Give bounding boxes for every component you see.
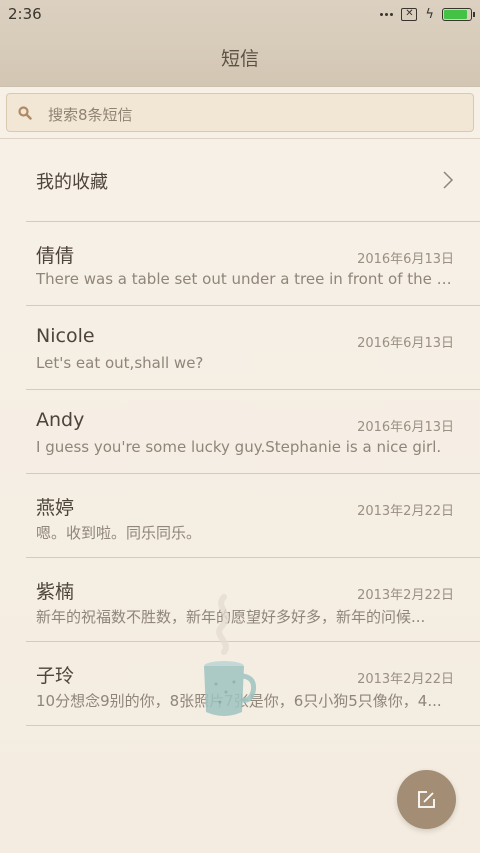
message-preview: I guess you're some lucky guy.Stephanie …	[36, 438, 442, 456]
favorites-label: 我的收藏	[36, 172, 108, 193]
favorites-row[interactable]: 我的收藏	[0, 138, 480, 222]
conversation-row[interactable]: 倩倩 2016年6月13日 There was a table set out …	[26, 222, 480, 306]
search-placeholder: 搜索8条短信	[48, 106, 133, 124]
chevron-right-icon	[443, 171, 454, 189]
status-icons: ✕ ϟ	[380, 6, 475, 22]
message-preview: There was a table set out under a tree i…	[36, 270, 454, 288]
message-preview: Let's eat out,shall we?	[36, 354, 204, 372]
contact-name: 倩倩	[36, 245, 75, 267]
messages-screen: 2:36 ✕ ϟ 短信 搜索8条短信 我的收藏 倩倩 2016年6月13日 Th…	[0, 0, 480, 853]
status-time: 2:36	[8, 5, 42, 23]
title-bar: 2:36 ✕ ϟ 短信	[0, 0, 480, 87]
charging-icon: ϟ	[425, 6, 434, 22]
contact-name: Nicole	[36, 325, 95, 347]
contact-name: Andy	[36, 409, 85, 431]
conversation-row[interactable]: 燕婷 2013年2月22日 嗯。收到啦。同乐同乐。	[26, 474, 480, 558]
search-icon	[18, 106, 32, 120]
battery-fill	[444, 9, 468, 19]
conversation-row[interactable]: Nicole 2016年6月13日 Let's eat out,shall we…	[26, 306, 480, 390]
contact-name: 燕婷	[36, 497, 75, 519]
no-sim-icon: ✕	[401, 7, 418, 21]
compose-button[interactable]	[397, 770, 456, 829]
divider	[26, 725, 480, 726]
message-date: 2016年6月13日	[357, 336, 454, 351]
message-date: 2013年2月22日	[357, 504, 454, 519]
compose-icon	[418, 791, 435, 808]
contact-name: 紫楠	[36, 581, 75, 603]
message-date: 2016年6月13日	[357, 420, 454, 435]
search-input[interactable]: 搜索8条短信	[6, 93, 474, 132]
battery-icon	[442, 7, 475, 21]
contact-name: 子玲	[36, 665, 75, 687]
page-title: 短信	[220, 48, 259, 70]
message-date: 2013年2月22日	[357, 588, 454, 603]
coffee-cup-illustration	[204, 594, 256, 716]
more-dots-icon	[380, 12, 394, 16]
message-date: 2013年2月22日	[357, 672, 454, 687]
conversation-row[interactable]: Andy 2016年6月13日 I guess you're some luck…	[26, 390, 480, 474]
message-date: 2016年6月13日	[357, 252, 454, 267]
message-preview: 嗯。收到啦。同乐同乐。	[36, 524, 202, 542]
